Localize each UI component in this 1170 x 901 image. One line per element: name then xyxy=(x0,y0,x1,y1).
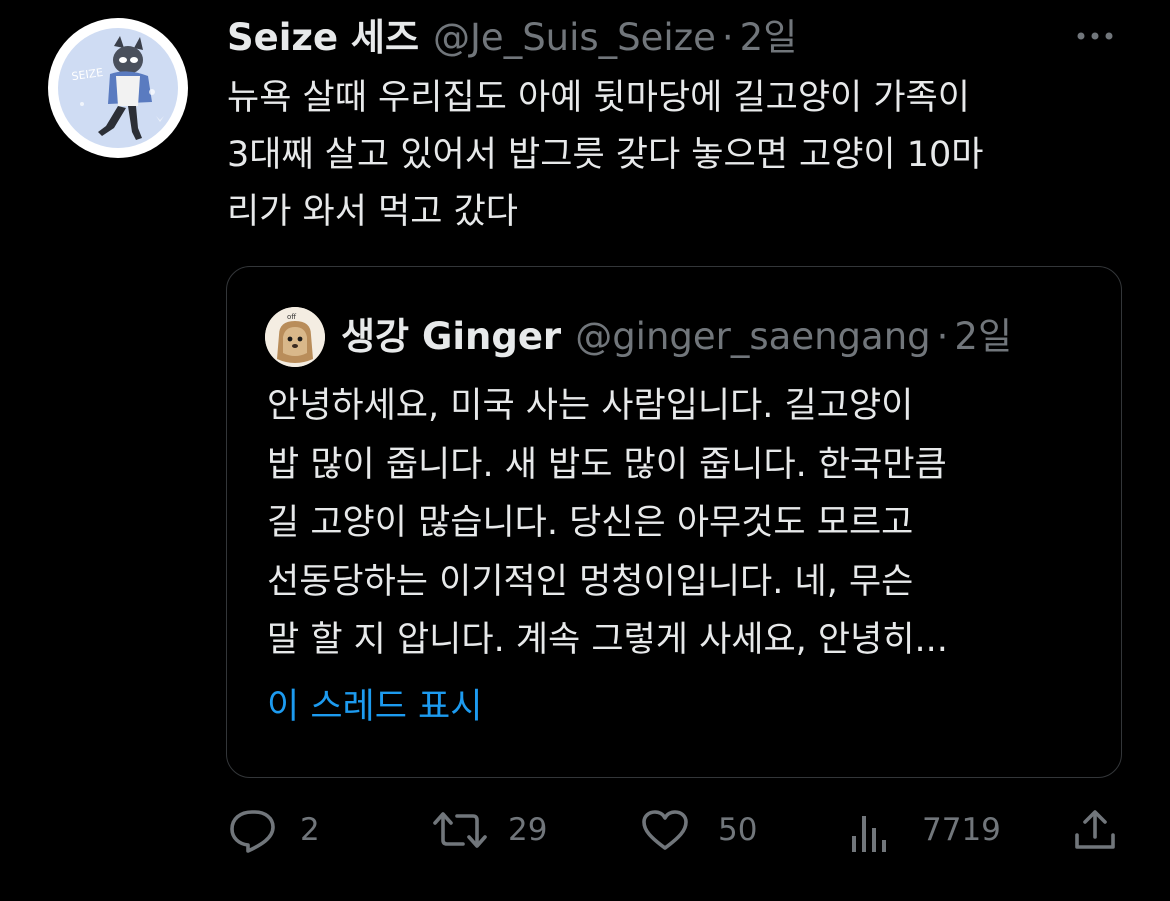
quoted-separator-dot: · xyxy=(936,315,949,358)
retweet-count: 29 xyxy=(508,812,548,848)
share-button[interactable] xyxy=(1072,800,1118,860)
quoted-text-line: 선동당하는 이기적인 멍청이입니다. 네, 무슨 xyxy=(267,561,914,602)
reply-button[interactable]: 2 xyxy=(228,800,320,860)
retweet-icon xyxy=(433,812,487,848)
views-button[interactable]: 7719 xyxy=(850,800,1001,860)
like-button[interactable]: 50 xyxy=(640,800,757,860)
author-name[interactable]: Seize 세즈 xyxy=(227,14,419,62)
quoted-author-name[interactable]: 생강 Ginger xyxy=(341,311,561,363)
reply-count: 2 xyxy=(300,812,320,848)
quoted-author-avatar[interactable]: off xyxy=(265,307,325,367)
action-bar: 2 29 50 7719 xyxy=(0,800,1170,860)
tweet-text-line: 리가 와서 먹고 갔다 xyxy=(227,192,518,232)
separator-dot: · xyxy=(721,16,734,59)
show-thread-link[interactable]: 이 스레드 표시 xyxy=(267,682,482,732)
author-avatar[interactable]: SEIZE xyxy=(48,18,188,158)
like-count: 50 xyxy=(718,812,758,848)
quoted-text-line: 길 고양이 많습니다. 당신은 아무것도 모르고 xyxy=(267,503,914,543)
quoted-tweet[interactable]: off 생강 Ginger @ginger_saengang · 2일 안녕하세… xyxy=(226,266,1122,778)
avatar-text: SEIZE xyxy=(71,66,104,83)
tweet-text-line: 뉴욕 살때 우리집도 아예 뒷마당에 길고양이 가족이 xyxy=(227,78,970,118)
tweet-text-line: 3대째 살고 있어서 밥그릇 갖다 놓으면 고양이 10마 xyxy=(227,135,984,175)
quoted-author-handle[interactable]: @ginger_saengang xyxy=(575,311,930,363)
quoted-text-line: 안녕하세요, 미국 사는 사람입니다. 길고양이 xyxy=(267,386,914,426)
views-count: 7719 xyxy=(922,812,1001,848)
quoted-avatar-text: off xyxy=(287,313,296,321)
quoted-text: 안녕하세요, 미국 사는 사람입니다. 길고양이 밥 많이 줍니다. 새 밥도 … xyxy=(267,377,1097,670)
reply-icon xyxy=(230,810,275,853)
author-handle[interactable]: @Je_Suis_Seize xyxy=(433,14,716,62)
tweet-time[interactable]: 2일 xyxy=(740,14,798,62)
share-icon xyxy=(1075,810,1115,849)
quoted-text-line: 말 할 지 압니다. 계속 그렇게 사세요, 안녕히... xyxy=(267,620,948,660)
heart-icon xyxy=(642,810,688,850)
avatar-illustration: SEIZE xyxy=(58,28,178,148)
tweet-text: 뉴욕 살때 우리집도 아예 뒷마당에 길고양이 가족이 3대째 살고 있어서 밥… xyxy=(227,70,1127,241)
quoted-time[interactable]: 2일 xyxy=(954,311,1012,363)
views-icon xyxy=(852,816,886,852)
quoted-header: 생강 Ginger @ginger_saengang · 2일 xyxy=(341,311,1012,363)
more-options-icon[interactable] xyxy=(1073,24,1117,48)
retweet-button[interactable]: 29 xyxy=(432,800,547,860)
quoted-text-line: 밥 많이 줍니다. 새 밥도 많이 줍니다. 한국만큼 xyxy=(267,444,947,485)
tweet-header: Seize 세즈 @Je_Suis_Seize · 2일 xyxy=(227,14,797,62)
